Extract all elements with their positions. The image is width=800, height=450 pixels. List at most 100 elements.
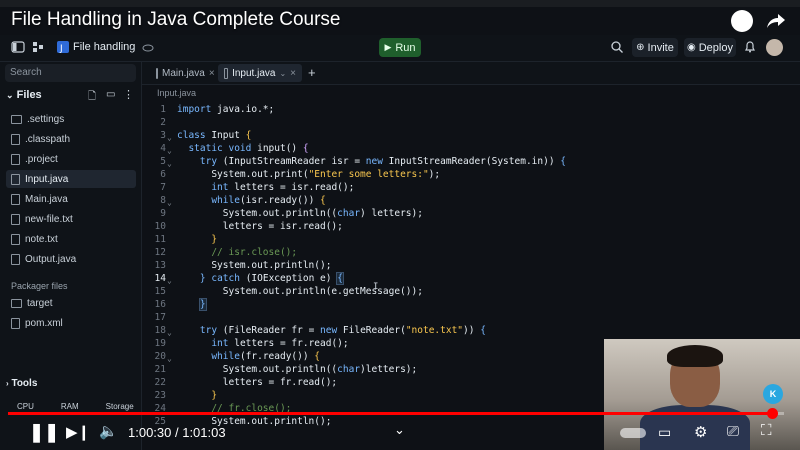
code-line-13: System.out.println(); [177, 260, 332, 271]
tab-main-java[interactable]: Main.java × [150, 64, 218, 82]
line-number: 20 [154, 351, 166, 362]
deploy-button[interactable]: ◉ Deploy [684, 38, 736, 57]
file-item-input-java[interactable]: Input.java [6, 170, 136, 188]
new-tab-icon[interactable]: + [308, 65, 316, 80]
file-label: Output.java [25, 253, 77, 265]
avatar[interactable] [766, 39, 783, 56]
watch-later-icon[interactable] [731, 10, 753, 32]
tab-input-java[interactable]: Input.java ⌄ × [218, 64, 302, 82]
close-icon[interactable]: × [290, 68, 296, 79]
settings-icon[interactable]: ⚙ [694, 423, 707, 441]
share-icon[interactable] [765, 11, 787, 31]
fold-chevron-icon[interactable]: ⌄ [167, 328, 172, 337]
deploy-label: Deploy [698, 41, 733, 54]
file-item-classpath[interactable]: .classpath [6, 130, 136, 148]
new-file-icon[interactable]: 🗋 [88, 89, 96, 106]
fold-chevron-icon[interactable]: ⌄ [167, 354, 172, 363]
packager-files-label: Packager files [11, 281, 68, 291]
apps-icon[interactable] [31, 40, 45, 54]
line-number: 13 [154, 260, 166, 271]
code-line-9: System.out.println((char) letters); [177, 208, 423, 219]
fold-chevron-icon[interactable]: ⌄ [167, 276, 172, 285]
file-icon [11, 233, 20, 245]
code-line-23: } [211, 390, 218, 401]
autoplay-toggle[interactable] [620, 428, 646, 438]
file-icon [11, 213, 20, 225]
search-icon[interactable] [610, 40, 624, 54]
project-name[interactable]: File handling [73, 41, 135, 53]
file-label: .settings [27, 113, 65, 125]
line-number: 2 [160, 117, 166, 128]
files-section-header[interactable]: ⌄ Files [6, 89, 136, 105]
bell-icon[interactable] [743, 40, 757, 54]
file-item-output-java[interactable]: Output.java [6, 250, 136, 268]
search-input[interactable]: Search [5, 64, 136, 82]
code-line-5: try (InputStreamReader isr = new InputSt… [199, 156, 566, 167]
chevron-down-icon[interactable]: ⌄ [279, 69, 286, 78]
line-number: 22 [154, 377, 166, 388]
run-button[interactable]: ▶ Run [379, 38, 421, 57]
tools-section-header[interactable]: › Tools [6, 378, 37, 389]
cpu-label: CPU [17, 402, 34, 411]
line-number: 1 [160, 104, 166, 115]
chevron-down-icon[interactable]: ⌄ [394, 422, 405, 438]
file-item-project[interactable]: .project [6, 150, 136, 168]
invite-button[interactable]: ⊕ Invite [632, 38, 678, 57]
os-menu-bar [0, 0, 800, 7]
storage-label: Storage [105, 402, 134, 411]
line-number: 11 [154, 234, 166, 245]
run-label: Run [395, 41, 416, 54]
line-number: 6 [160, 169, 166, 180]
fold-chevron-icon[interactable]: ⌄ [167, 146, 172, 155]
line-number: 23 [154, 390, 166, 401]
channel-logo-icon[interactable]: K [763, 384, 783, 404]
new-folder-icon[interactable]: ▭ [106, 89, 115, 100]
code-line-15: System.out.println(e.getMessage()); [177, 286, 423, 297]
video-title[interactable]: File Handling in Java Complete Course [11, 9, 341, 31]
breadcrumb[interactable]: Input.java [157, 88, 196, 98]
code-line-7: int letters = isr.read(); [211, 182, 355, 193]
close-icon[interactable]: × [209, 68, 215, 79]
file-item-target[interactable]: target [6, 294, 136, 312]
invite-label: Invite [647, 41, 674, 54]
captions-icon[interactable]: ▭ [658, 424, 671, 441]
tools-label: Tools [11, 378, 38, 389]
file-item-settings[interactable]: .settings [6, 110, 136, 128]
file-icon [11, 193, 20, 205]
pause-icon[interactable]: ❚❚ [29, 422, 59, 443]
line-number: 9 [160, 208, 166, 219]
sidebar-toggle-icon[interactable] [11, 40, 25, 54]
next-icon[interactable]: ▶❙ [66, 423, 90, 441]
file-label: note.txt [25, 233, 58, 245]
presenter-hair [667, 345, 723, 367]
file-item-new-file-txt[interactable]: new-file.txt [6, 210, 136, 228]
volume-icon[interactable]: 🔈 [99, 422, 118, 440]
video-progress-bar[interactable] [8, 408, 784, 419]
file-item-pom-xml[interactable]: pom.xml [6, 314, 136, 332]
code-line-19: int letters = fr.read(); [211, 338, 349, 349]
fold-chevron-icon[interactable]: ⌄ [167, 198, 172, 207]
line-number: 19 [154, 338, 166, 349]
code-line-20: while(fr.ready()) { [211, 351, 321, 362]
code-line-14: } catch (IOException e) { [199, 272, 344, 285]
file-label: target [27, 297, 53, 309]
fullscreen-icon[interactable]: ⛶ [761, 422, 772, 439]
line-number: 16 [154, 299, 166, 310]
text-cursor-icon: I [373, 282, 379, 292]
cast-icon[interactable]: ⎚ [727, 423, 739, 440]
file-item-note-txt[interactable]: note.txt [6, 230, 136, 248]
line-number: 14 [154, 273, 166, 284]
fold-chevron-icon[interactable]: ⌄ [167, 159, 172, 168]
java-project-icon: J [57, 41, 69, 54]
code-line-18: try (FileReader fr = new FileReader("not… [199, 325, 486, 336]
file-icon [156, 67, 158, 79]
fold-chevron-icon[interactable]: ⌄ [167, 133, 172, 142]
chevron-down-icon[interactable]: ⌄ [128, 42, 136, 53]
more-options-icon[interactable]: ⋮ [123, 88, 134, 101]
file-item-main-java[interactable]: Main.java [6, 190, 136, 208]
file-label: pom.xml [25, 317, 63, 329]
code-line-4: static void input() { [188, 143, 309, 154]
file-icon [11, 133, 20, 145]
line-number: 5 [160, 156, 166, 167]
file-label: .classpath [25, 133, 71, 145]
